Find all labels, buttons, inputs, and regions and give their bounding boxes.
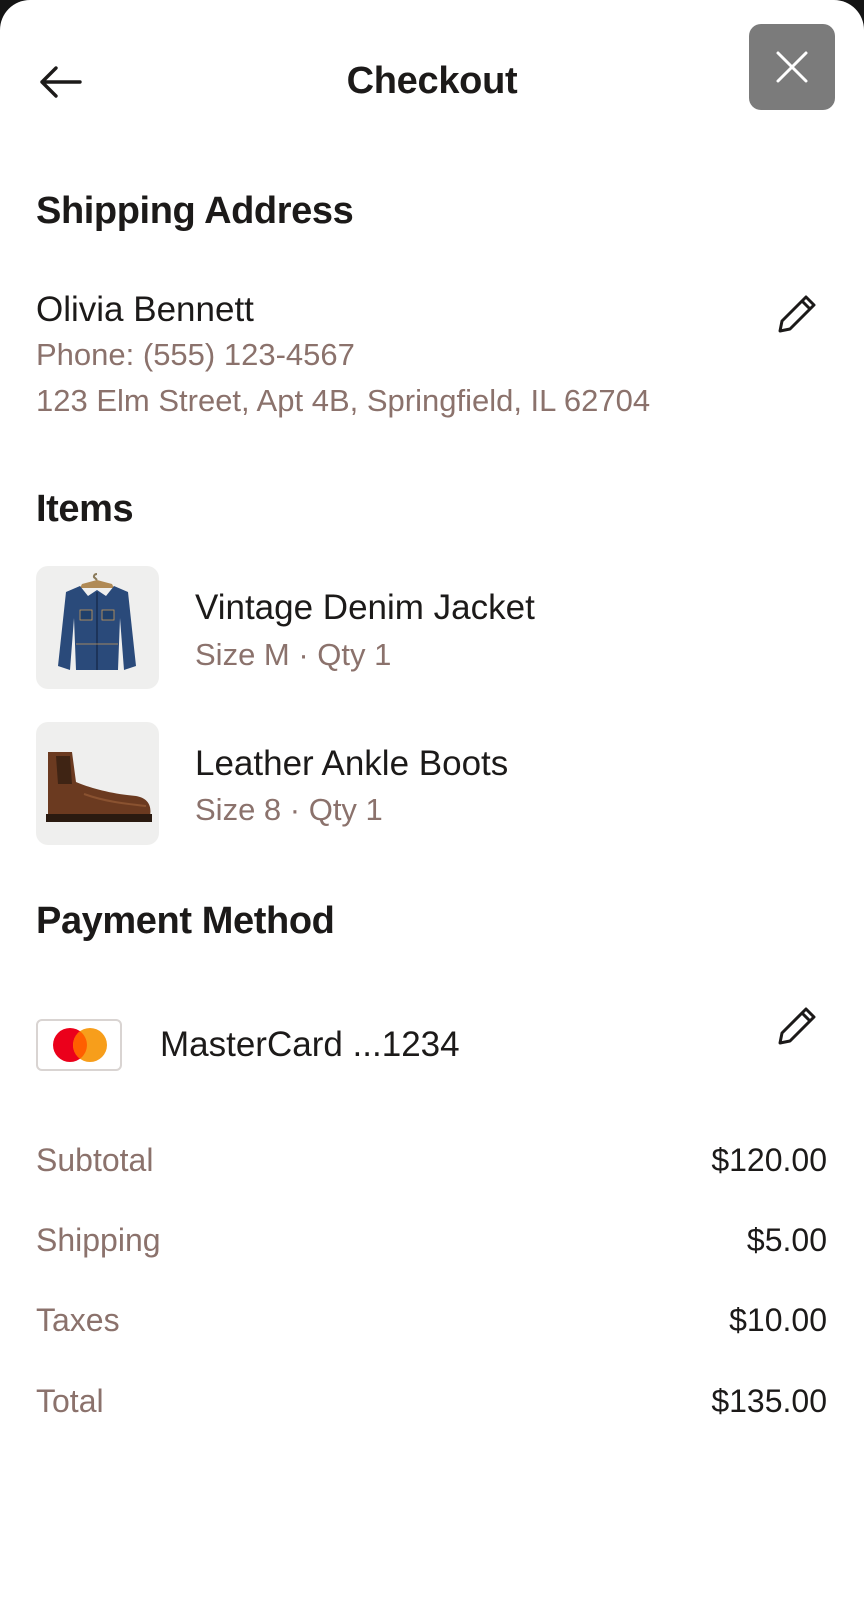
item-name: Vintage Denim Jacket xyxy=(195,588,535,627)
summary-label-shipping: Shipping xyxy=(36,1222,161,1258)
items-heading: Items xyxy=(36,488,134,530)
recipient-name: Olivia Bennett xyxy=(36,290,254,329)
payment-card-label: MasterCard ...1234 xyxy=(160,1025,460,1064)
summary-value-total: $135.00 xyxy=(711,1383,827,1419)
summary-value-subtotal: $120.00 xyxy=(711,1142,827,1178)
summary-label-taxes: Taxes xyxy=(36,1302,120,1338)
checkout-sheet: Checkout Shipping Address Olivia Bennett… xyxy=(0,0,864,1600)
close-button[interactable] xyxy=(749,24,835,110)
summary-label-total: Total xyxy=(36,1383,104,1419)
recipient-address: 123 Elm Street, Apt 4B, Springfield, IL … xyxy=(36,383,651,418)
item-meta: Size 8 · Qty 1 xyxy=(195,792,383,827)
close-icon xyxy=(776,51,808,83)
shipping-address-heading: Shipping Address xyxy=(36,190,354,232)
payment-method-heading: Payment Method xyxy=(36,900,335,942)
summary-label-subtotal: Subtotal xyxy=(36,1142,154,1178)
item-name: Leather Ankle Boots xyxy=(195,744,509,783)
recipient-phone: Phone: (555) 123-4567 xyxy=(36,337,355,372)
page-title: Checkout xyxy=(346,60,518,102)
denim-jacket-image xyxy=(36,566,159,689)
edit-payment-button[interactable] xyxy=(771,1000,823,1052)
mastercard-logo xyxy=(36,1019,122,1071)
summary-value-taxes: $10.00 xyxy=(729,1302,827,1338)
pencil-icon xyxy=(778,1007,816,1045)
item-meta: Size M · Qty 1 xyxy=(195,637,392,672)
leather-boots-image xyxy=(36,722,159,845)
edit-address-button[interactable] xyxy=(771,288,823,340)
summary-value-shipping: $5.00 xyxy=(746,1222,827,1258)
pencil-icon xyxy=(778,295,816,333)
